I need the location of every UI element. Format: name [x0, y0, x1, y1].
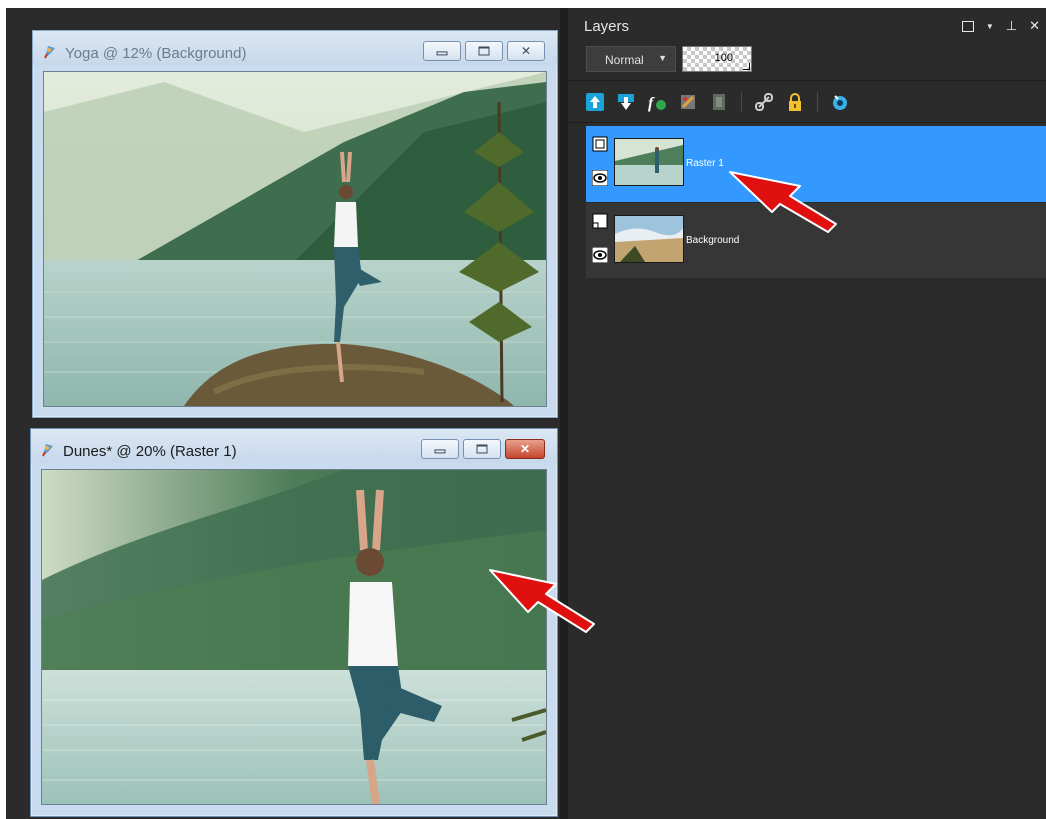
minimize-icon [434, 449, 446, 454]
close-icon: ✕ [520, 44, 532, 58]
divider [568, 80, 1046, 81]
window-titlebar[interactable]: Yoga @ 12% (Background) ✕ [33, 31, 557, 65]
close-button[interactable]: ✕ [507, 41, 545, 61]
svg-text:f: f [648, 95, 655, 112]
maximize-button[interactable] [465, 41, 503, 61]
maximize-icon [478, 46, 490, 56]
divider [568, 122, 1046, 123]
new-raster-layer-icon[interactable] [584, 91, 606, 113]
restore-icon[interactable] [961, 21, 974, 32]
layer-thumbnail [614, 215, 684, 263]
layer-row-background[interactable]: Background [586, 202, 1046, 278]
eye-icon[interactable] [829, 91, 851, 113]
maximize-icon [476, 444, 488, 454]
chevron-down-icon: ▼ [658, 53, 667, 63]
document-window-dunes[interactable]: Dunes* @ 20% (Raster 1) ✕ [30, 428, 558, 817]
mask-icon[interactable] [677, 91, 699, 113]
minimize-button[interactable] [423, 41, 461, 61]
window-titlebar[interactable]: Dunes* @ 20% (Raster 1) ✕ [31, 429, 557, 463]
blend-mode-dropdown[interactable]: Normal ▼ [586, 46, 676, 72]
paintshop-app-icon [41, 442, 55, 458]
layer-thumbnail [614, 138, 684, 186]
dropdown-icon[interactable]: ▼ [986, 22, 994, 34]
opacity-value: 100 [714, 52, 733, 64]
image-canvas[interactable] [43, 71, 547, 407]
window-title: Dunes* @ 20% (Raster 1) [63, 443, 237, 460]
opacity-field[interactable]: 100 [682, 46, 752, 72]
lock-icon[interactable] [784, 91, 806, 113]
layers-panel: Layers ▼ ⊥ ✕ Normal ▼ 100 f Raster 1 Bac… [568, 8, 1046, 819]
layer-name: Background [686, 235, 740, 246]
raster-layer-type-icon [592, 136, 608, 152]
toolbar-separator [741, 92, 742, 112]
layer-style-icon[interactable]: f [646, 91, 668, 113]
minimize-button[interactable] [421, 439, 459, 459]
layer-row-raster-1[interactable]: Raster 1 [586, 126, 1046, 202]
maximize-button[interactable] [463, 439, 501, 459]
document-window-yoga[interactable]: Yoga @ 12% (Background) ✕ [32, 30, 558, 418]
panel-title: Layers [584, 18, 630, 35]
yoga-photo [44, 72, 546, 406]
layers-toolbar: f [584, 90, 851, 114]
paintshop-app-icon [43, 44, 57, 60]
close-icon: ✕ [519, 442, 531, 456]
resize-grip-icon [743, 63, 750, 70]
toolbar-separator [817, 92, 818, 112]
close-button[interactable]: ✕ [505, 439, 545, 459]
blend-mode-value: Normal [605, 53, 644, 67]
visibility-eye-icon[interactable] [591, 169, 609, 187]
background-layer-type-icon [592, 213, 608, 229]
link-icon[interactable] [753, 91, 775, 113]
panel-splitter[interactable] [560, 8, 568, 819]
minimize-icon [436, 51, 448, 56]
workspace: Yoga @ 12% (Background) ✕ Dunes* @ 20% (… [0, 0, 1046, 819]
layer-name: Raster 1 [686, 158, 724, 169]
pin-icon[interactable]: ⊥ [1006, 18, 1017, 34]
new-vector-layer-icon[interactable] [615, 91, 637, 113]
visibility-eye-icon[interactable] [591, 246, 609, 264]
close-icon[interactable]: ✕ [1029, 18, 1040, 34]
window-title: Yoga @ 12% (Background) [65, 45, 247, 62]
image-canvas[interactable] [41, 469, 547, 805]
adjustment-layer-icon[interactable] [708, 91, 730, 113]
dunes-photo [42, 470, 546, 804]
